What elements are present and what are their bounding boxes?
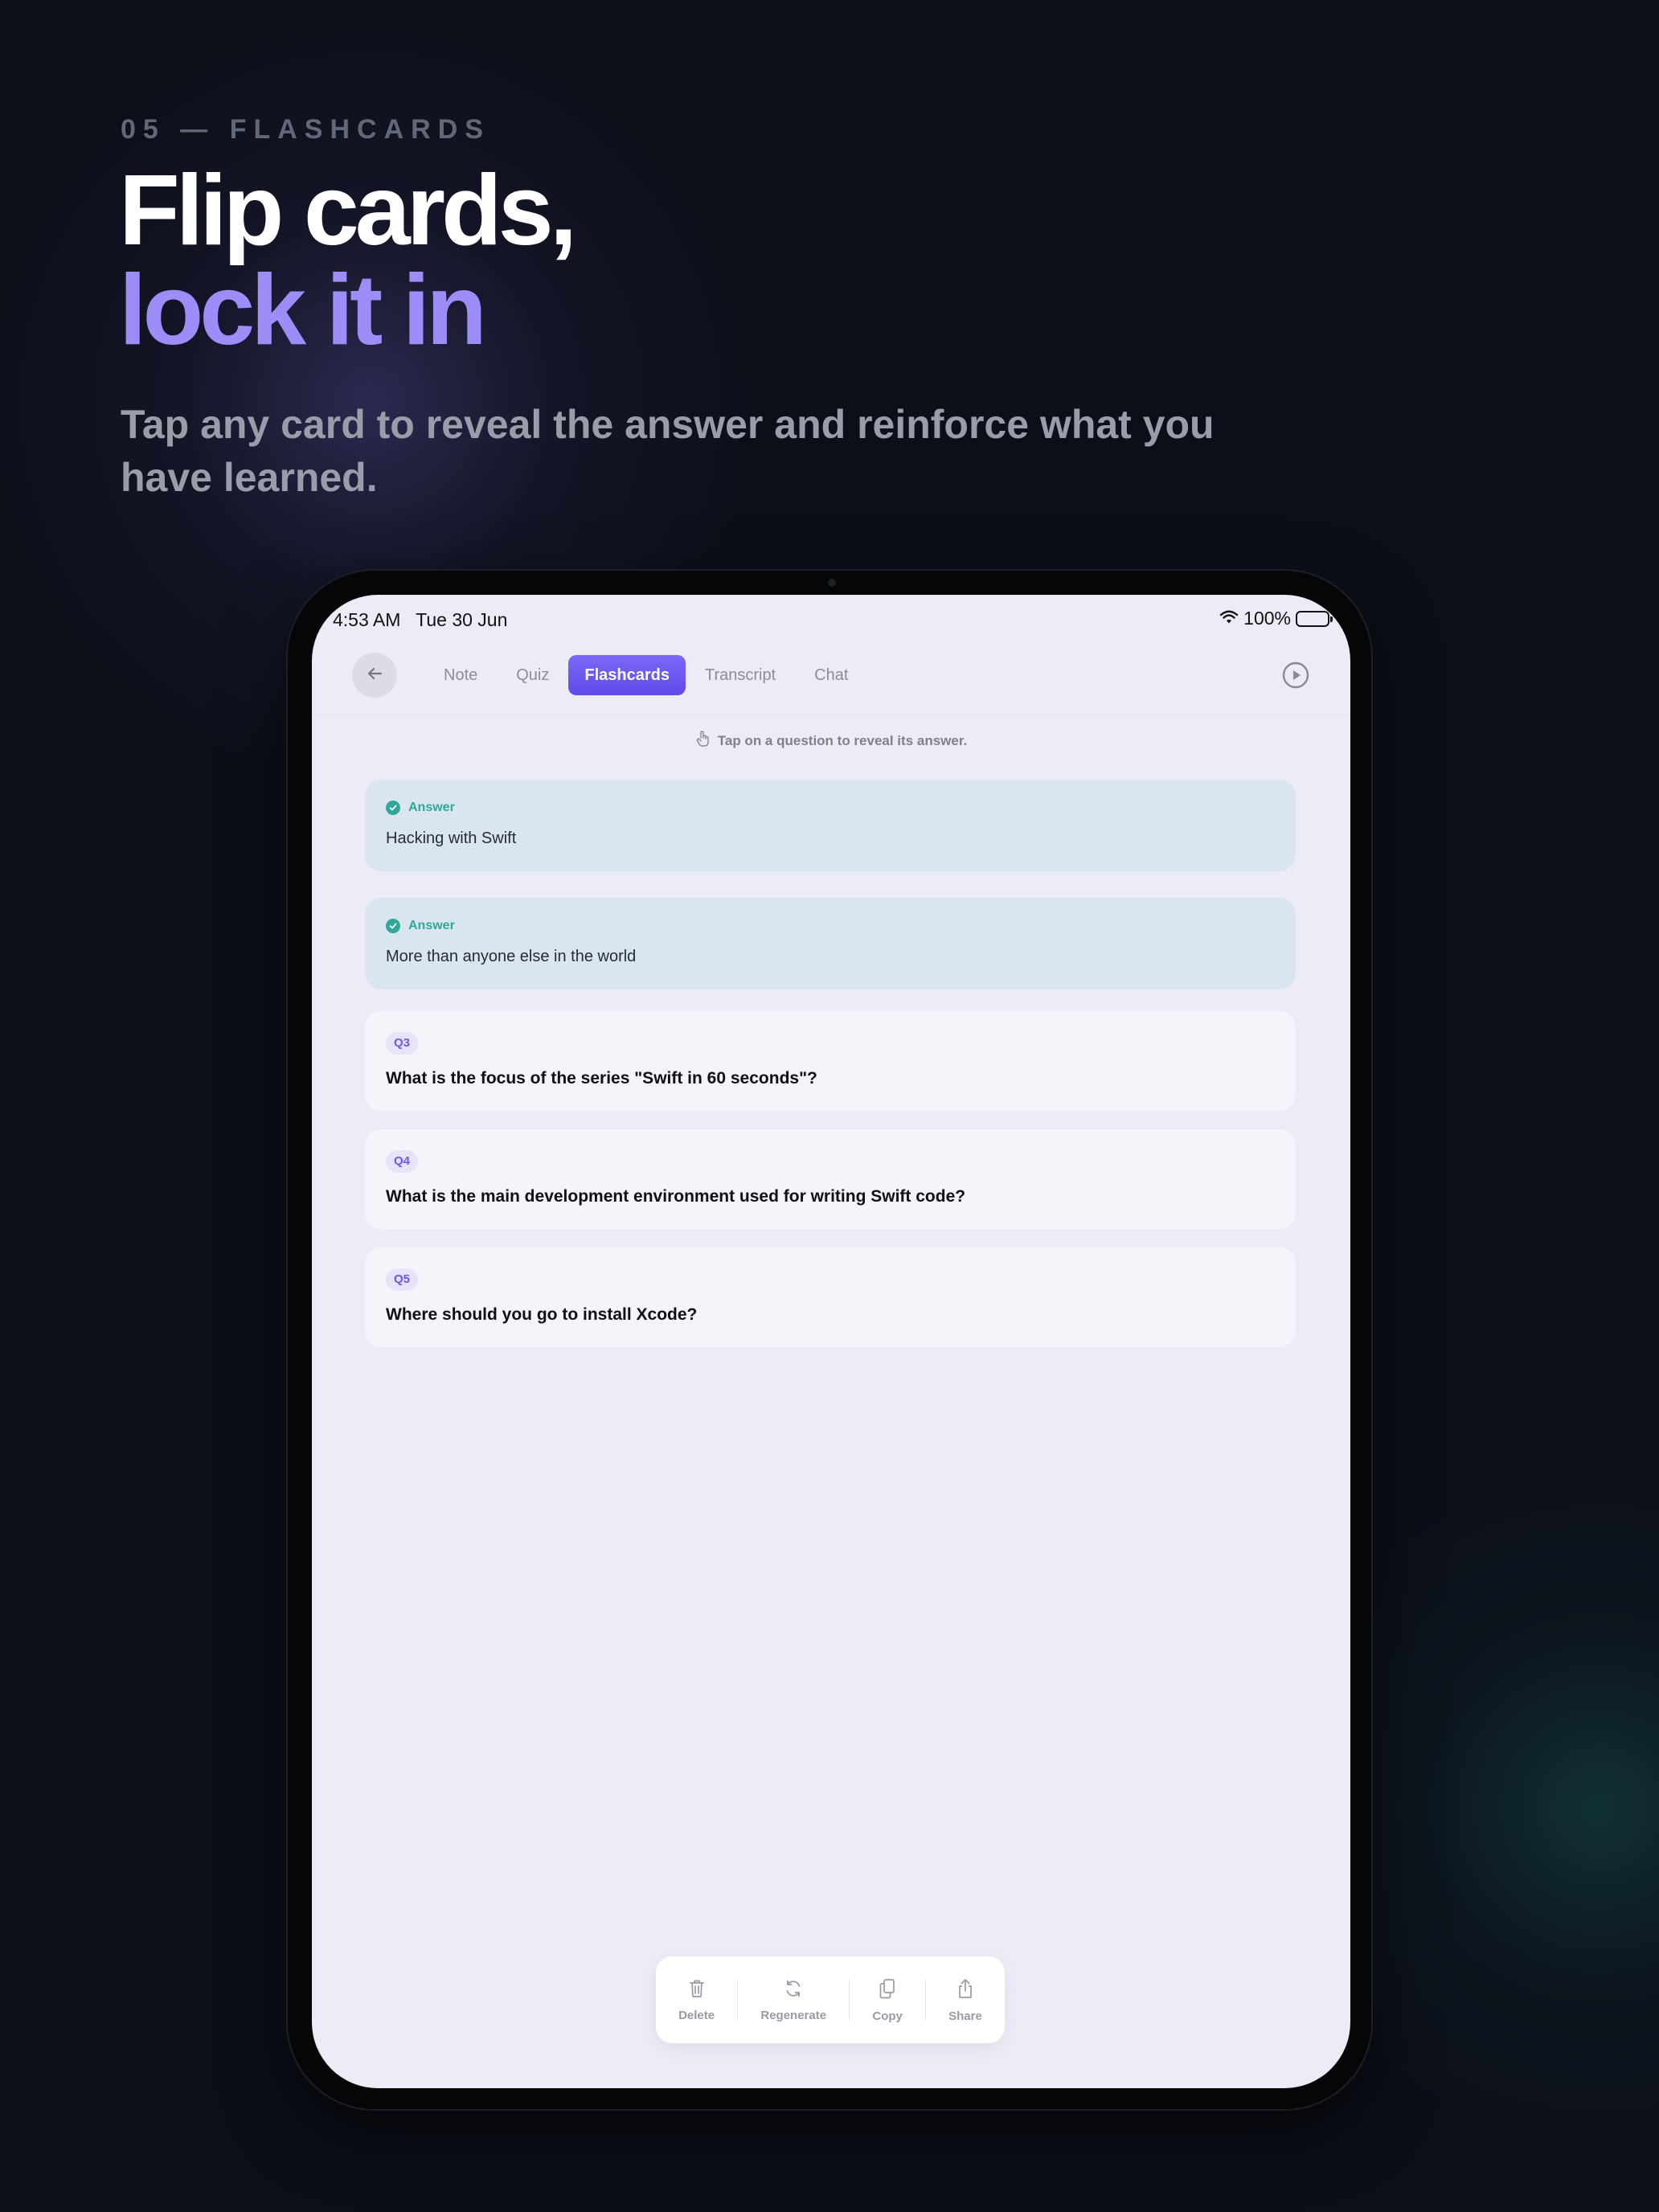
- share-button[interactable]: Share: [948, 1977, 982, 2023]
- question-text: What is the focus of the series "Swift i…: [386, 1069, 817, 1088]
- regenerate-label: Regenerate: [760, 2008, 827, 2022]
- hint-text: Tap on a question to reveal its answer.: [717, 732, 968, 748]
- regenerate-button[interactable]: Regenerate: [760, 1978, 826, 2022]
- status-date: Tue 30 Jun: [416, 609, 508, 630]
- question-text: What is the main development environment…: [386, 1187, 966, 1206]
- copy-button[interactable]: Copy: [872, 1977, 903, 2023]
- battery-icon: [1296, 610, 1333, 627]
- tab-note[interactable]: Note: [424, 655, 497, 695]
- status-time-date: 4:53 AM Tue 30 Jun: [333, 609, 507, 631]
- flashcard-3[interactable]: Q3 What is the focus of the series "Swif…: [365, 1011, 1296, 1111]
- status-right: 100%: [1219, 608, 1333, 629]
- flashcard-5[interactable]: Q5 Where should you go to install Xcode?: [365, 1247, 1296, 1347]
- delete-button[interactable]: Delete: [678, 1978, 715, 2022]
- tab-transcript[interactable]: Transcript: [686, 655, 795, 695]
- headline: Flip cards, lock it in: [119, 155, 577, 366]
- question-badge: Q5: [386, 1268, 419, 1291]
- toolbar-divider: [737, 1980, 739, 2020]
- answer-label: Answer: [408, 801, 455, 814]
- bottom-toolbar: Delete Regenerate Copy Share: [656, 1956, 1005, 2043]
- flashcard-1[interactable]: Answer Hacking with Swift: [365, 780, 1296, 871]
- delete-label: Delete: [678, 2008, 715, 2022]
- play-button[interactable]: [1281, 661, 1310, 690]
- tap-hand-icon: [695, 730, 711, 752]
- answer-text: Hacking with Swift: [386, 830, 517, 847]
- answer-label: Answer: [408, 919, 455, 932]
- battery-percent: 100%: [1243, 608, 1291, 629]
- answer-label-row: Answer: [386, 801, 455, 815]
- play-circle-icon: [1281, 662, 1310, 693]
- section-eyebrow: 05 — FLASHCARDS: [121, 114, 490, 145]
- flashcard-hint: Tap on a question to reveal its answer.: [312, 730, 1350, 752]
- flashcard-4[interactable]: Q4 What is the main development environm…: [365, 1129, 1296, 1229]
- check-circle-icon: [386, 801, 400, 815]
- copy-icon: [878, 1977, 897, 2003]
- marketing-stage: 05 — FLASHCARDS Flip cards, lock it in T…: [0, 0, 1659, 2212]
- status-bar: 4:53 AM Tue 30 Jun 100%: [312, 595, 1350, 643]
- tab-quiz[interactable]: Quiz: [497, 655, 568, 695]
- top-navigation: Note Quiz Flashcards Transcript Chat: [312, 643, 1350, 715]
- question-badge: Q4: [386, 1150, 419, 1173]
- headline-line-2: lock it in: [119, 255, 487, 366]
- question-badge: Q3: [386, 1032, 419, 1055]
- tab-flashcards[interactable]: Flashcards: [568, 655, 686, 695]
- answer-text: More than anyone else in the world: [386, 948, 637, 965]
- back-button[interactable]: [352, 653, 397, 698]
- arrow-left-icon: [365, 664, 384, 687]
- tablet-frame: 4:53 AM Tue 30 Jun 100% Note Quiz Flashc…: [286, 569, 1373, 2111]
- question-text: Where should you go to install Xcode?: [386, 1305, 698, 1324]
- subtitle: Tap any card to reveal the answer and re…: [121, 402, 1215, 500]
- tab-bar: Note Quiz Flashcards Transcript Chat: [424, 655, 867, 695]
- copy-label: Copy: [872, 2009, 903, 2023]
- flashcard-2[interactable]: Answer More than anyone else in the worl…: [365, 898, 1296, 989]
- camera-dot: [828, 579, 836, 587]
- toolbar-divider: [925, 1980, 926, 2020]
- wifi-icon: [1219, 608, 1239, 629]
- trash-icon: [687, 1978, 707, 2002]
- share-label: Share: [948, 2009, 982, 2023]
- check-circle-icon: [386, 919, 400, 933]
- tab-chat[interactable]: Chat: [795, 655, 867, 695]
- answer-label-row: Answer: [386, 919, 455, 933]
- headline-line-1: Flip cards,: [119, 155, 577, 266]
- share-icon: [956, 1977, 975, 2003]
- app-screen: 4:53 AM Tue 30 Jun 100% Note Quiz Flashc…: [312, 595, 1350, 2088]
- status-time: 4:53 AM: [333, 609, 401, 630]
- toolbar-divider: [849, 1980, 850, 2020]
- refresh-icon: [783, 1978, 804, 2002]
